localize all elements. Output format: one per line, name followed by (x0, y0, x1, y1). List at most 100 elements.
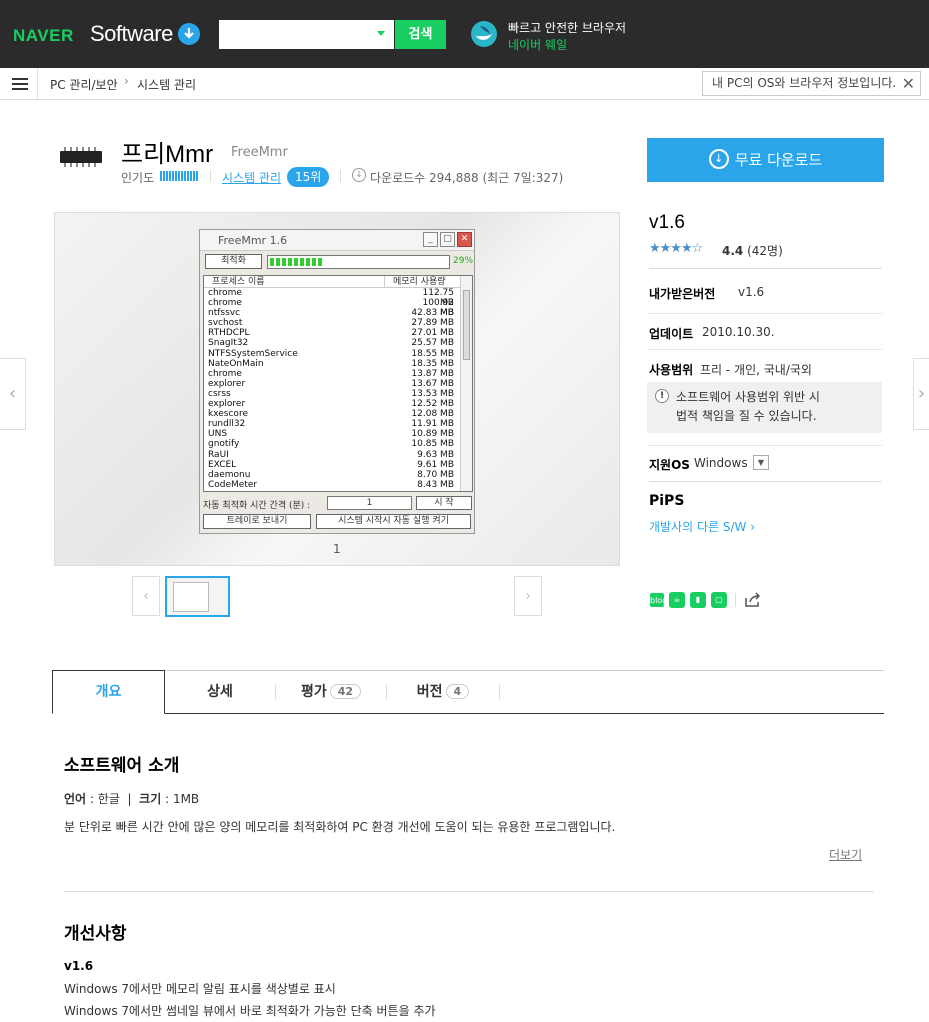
process-row: gnotify 10.85 MB (204, 439, 472, 449)
nav-bar: PC 관리/보안 › 시스템 관리 내 PC의 OS와 브라우저 정보입니다. … (0, 68, 929, 100)
rating-score[interactable]: 4.4 (42명) (722, 242, 783, 259)
more-link[interactable]: 더보기 (829, 846, 862, 863)
os-info-banner: 내 PC의 OS와 브라우저 정보입니다. ✕ (702, 71, 921, 96)
naver-cafe-icon[interactable]: ☕ (669, 592, 685, 608)
naver-logo[interactable]: NAVER (13, 26, 74, 46)
whale-promo-link[interactable]: 네이버 웨일 (508, 36, 567, 53)
divider (499, 685, 500, 700)
process-row: rundll32 11.91 MB (204, 419, 472, 429)
search-button[interactable]: 검색 (395, 20, 446, 49)
process-name: chrome (208, 368, 242, 379)
update-label: 업데이트 (649, 327, 694, 341)
share-bar: blog ☕ ▮ ▢ (650, 592, 762, 608)
next-app-button[interactable]: › (913, 358, 929, 430)
scrollbar (460, 276, 472, 491)
process-row: kxescore 12.08 MB (204, 409, 472, 419)
optimize-button: 최적화 (205, 254, 262, 269)
tab-detail[interactable]: 상세 (165, 671, 275, 714)
breadcrumb-subcategory[interactable]: 시스템 관리 (137, 76, 196, 93)
version-count-badge: 4 (445, 683, 470, 699)
notice-line-1: 소프트웨어 사용범위 위반 시 (676, 390, 820, 404)
process-memory: 8.43 MB (417, 479, 454, 490)
software-logo[interactable]: Software (90, 21, 173, 47)
process-memory: 13.67 MB (411, 378, 454, 389)
process-name: rundll32 (208, 419, 246, 430)
process-name-column: 프로세스 이름 (212, 277, 265, 287)
divider (64, 891, 874, 892)
version-title: v1.6 (649, 212, 685, 233)
content-tabs: 개요 상세 평가 42 버전 4 (52, 670, 884, 714)
bookmark-icon[interactable]: ▮ (690, 592, 706, 608)
process-row: chrome 100.92 MB (204, 298, 472, 318)
app-title: 프리Mmr (121, 141, 214, 168)
notice-line-2: 법적 책임을 질 수 있습니다. (676, 409, 817, 423)
download-count: 다운로드수 294,888 (최근 7일:327) (370, 171, 564, 185)
process-row: CodeMeter 8.43 MB (204, 480, 472, 490)
keep-icon[interactable]: ▢ (711, 592, 727, 608)
category-link[interactable]: 시스템 관리 (222, 169, 281, 186)
close-icon[interactable]: ✕ (902, 72, 915, 95)
developer-other-software-link[interactable]: 개발사의 다른 S/W › (649, 518, 755, 535)
share-icon[interactable] (744, 592, 762, 608)
process-memory: 8.70 MB (417, 469, 454, 480)
thumbnail-prev-button[interactable]: ‹ (132, 576, 160, 616)
divider (735, 593, 736, 607)
send-to-tray-button: 트레이로 보내기 (203, 514, 311, 529)
software-intro-heading: 소프트웨어 소개 (64, 756, 180, 776)
search-dropdown-icon[interactable] (377, 31, 385, 36)
process-row: chrome 112.75 MB (204, 288, 472, 308)
process-row: EXCEL 9.61 MB (204, 460, 472, 470)
download-button-label: 무료 다운로드 (734, 151, 823, 169)
process-row: NateOnMain 18.35 MB (204, 359, 472, 369)
tab-reviews[interactable]: 평가 42 (276, 671, 386, 714)
review-count-badge: 42 (329, 683, 362, 699)
process-row: daemonu 8.70 MB (204, 470, 472, 480)
process-name: explorer (208, 399, 246, 410)
memory-progress-bar (267, 255, 450, 269)
breadcrumb-category[interactable]: PC 관리/보안 (50, 76, 118, 93)
whale-browser-icon[interactable] (470, 20, 498, 48)
process-list-header: 프로세스 이름 메모리 사용량 (204, 276, 472, 288)
process-name: RaUI (208, 449, 229, 460)
process-row: explorer 13.67 MB (204, 379, 472, 389)
process-row: explorer 12.52 MB (204, 399, 472, 409)
prev-app-button[interactable]: ‹ (0, 358, 26, 430)
process-memory: 9.63 MB (417, 449, 454, 460)
chevron-down-icon[interactable]: ▼ (753, 455, 769, 470)
info-icon: ! (655, 389, 669, 403)
license-scope-value: 프리 - 개인, 국내/국외 (700, 363, 812, 377)
start-button: 시 작 (416, 496, 472, 510)
process-row: csrss 13.53 MB (204, 389, 472, 399)
divider (649, 481, 882, 482)
interval-label: 자동 최적화 시간 간격 (분) : (203, 501, 311, 511)
free-download-button[interactable]: ↓ 무료 다운로드 (647, 138, 884, 182)
process-memory: 27.89 MB (411, 318, 454, 329)
menu-icon[interactable] (0, 68, 38, 99)
tab-versions[interactable]: 버전 4 (387, 671, 499, 714)
app-screenshot-window: FreeMmr 1.6 _ □ ✕ 최적화 29% 프로세스 이름 메모리 사용량 … (199, 229, 475, 534)
process-row: RaUI 9.63 MB (204, 450, 472, 460)
thumbnail-next-button[interactable]: › (514, 576, 542, 616)
changelog-item: Windows 7에서만 메모리 알림 표시를 색상별로 표시 (64, 982, 336, 996)
process-row: svchost 27.89 MB (204, 318, 472, 328)
whale-promo-text[interactable]: 빠르고 안전한 브라우저 (508, 19, 626, 36)
naver-blog-icon[interactable]: blog (650, 593, 667, 607)
changelog-item: Windows 7에서만 썸네일 뷰에서 바로 최적화가 가능한 단축 버튼을 … (64, 1004, 436, 1018)
screenshot-thumbnail[interactable] (165, 576, 230, 617)
language-size-info: 언어 : 한글 | 크기 : 1MB (64, 792, 200, 806)
progress-percent: 29% (453, 256, 474, 266)
process-row: NTFSSystemService 18.55 MB (204, 349, 472, 359)
divider (649, 445, 882, 446)
software-description: 분 단위로 빠른 시간 안에 많은 양의 메모리를 최적화하여 PC 환경 개선… (64, 820, 616, 834)
process-name: SnagIt32 (208, 338, 249, 349)
developer-name[interactable]: PiPS (649, 493, 684, 509)
top-bar: NAVER Software 검색 빠르고 안전한 브라우저 네이버 웨일 (0, 0, 929, 68)
search-input[interactable] (219, 20, 394, 49)
process-name: gnotify (208, 439, 240, 450)
rank-badge: 15위 (287, 167, 330, 187)
divider (210, 170, 211, 182)
divider (340, 170, 341, 182)
process-name: chrome (208, 288, 242, 298)
divider (649, 349, 882, 350)
tab-overview[interactable]: 개요 (52, 670, 165, 714)
